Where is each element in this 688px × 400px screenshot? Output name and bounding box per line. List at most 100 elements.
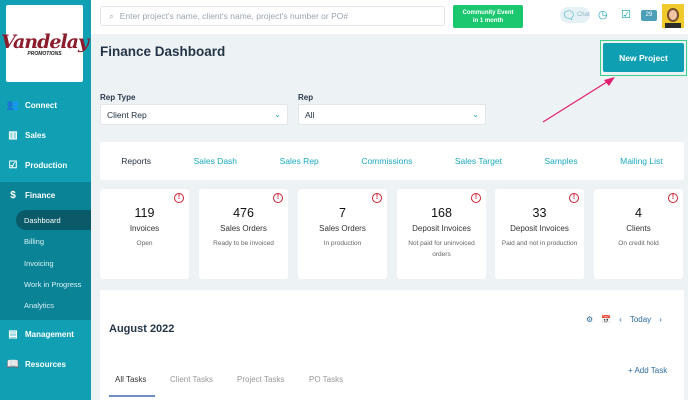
tab-sales-rep[interactable]: Sales Rep xyxy=(280,156,319,166)
label: Management xyxy=(25,329,74,339)
alert-icon: ! xyxy=(569,193,579,203)
rep-value: All xyxy=(305,109,315,120)
tab-all-tasks[interactable]: All Tasks xyxy=(115,375,146,384)
chat-button[interactable]: 🗨 Chat xyxy=(560,7,590,23)
tab-sales-dash[interactable]: Sales Dash xyxy=(194,156,237,166)
event-time: in 1 month xyxy=(472,18,504,24)
sidebar-item-sales[interactable]: ▥ Sales xyxy=(0,123,91,147)
label: Connect xyxy=(25,100,57,110)
stat-card[interactable]: ! 4 Clients On credit hold xyxy=(594,189,683,279)
company-logo[interactable]: Vandelay PROMOTIONS xyxy=(1,5,89,82)
today-button[interactable]: Today xyxy=(630,315,651,324)
people-icon: 👥 xyxy=(6,99,20,111)
alert-icon: ! xyxy=(471,193,481,203)
sidebar-sub-billing[interactable]: Billing xyxy=(16,231,91,251)
tab-po-tasks[interactable]: PO Tasks xyxy=(309,375,343,384)
tab-project-tasks[interactable]: Project Tasks xyxy=(237,375,284,384)
label: Production xyxy=(25,160,68,170)
calendar-icon[interactable]: 📅 xyxy=(601,315,611,324)
rep-type-value: Client Rep xyxy=(107,109,147,120)
label: Resources xyxy=(25,359,66,369)
stat-subtitle: On credit hold xyxy=(618,240,659,247)
tab-mailing-list[interactable]: Mailing List xyxy=(620,156,663,166)
chevron-down-icon: ⌄ xyxy=(472,110,479,119)
event-title: Community Event xyxy=(462,10,514,16)
stat-title: Clients xyxy=(626,224,651,233)
rep-select[interactable]: All ⌄ xyxy=(298,104,486,125)
gear-icon[interactable]: ⚙ xyxy=(586,315,593,324)
sidebar-item-finance[interactable]: $ Finance xyxy=(0,183,91,207)
stat-title: Deposit Invoices xyxy=(510,224,569,233)
user-avatar[interactable] xyxy=(662,4,684,28)
sidebar-sub-analytics[interactable]: Analytics xyxy=(16,295,91,315)
bar-chart-icon: ▥ xyxy=(8,129,18,141)
sidebar-sub-dashboard[interactable]: Dashboard xyxy=(16,210,91,230)
clock-icon[interactable]: ◷ xyxy=(598,8,608,21)
production-icon: ☑ xyxy=(8,159,18,171)
add-task-button[interactable]: + Add Task xyxy=(628,366,667,375)
alert-icon: ! xyxy=(668,193,678,203)
search-input[interactable]: ⌕ Enter project's name, client's name, pr… xyxy=(100,6,445,26)
stat-subtitle: In production xyxy=(323,240,362,247)
stat-number: 119 xyxy=(134,206,155,220)
tab-sales-target[interactable]: Sales Target xyxy=(455,156,502,166)
stat-title: Deposit Invoices xyxy=(412,224,471,233)
alert-icon: ! xyxy=(372,193,382,203)
label: Sales xyxy=(25,130,46,140)
rep-type-select[interactable]: Client Rep ⌄ xyxy=(100,104,288,125)
search-icon: ⌕ xyxy=(109,10,114,21)
rep-type-label: Rep Type xyxy=(100,93,136,102)
stat-title: Sales Orders xyxy=(220,224,267,233)
sidebar-item-resources[interactable]: 📖 Resources xyxy=(0,352,91,376)
search-placeholder: Enter project's name, client's name, pro… xyxy=(119,11,349,21)
building-icon: ▤ xyxy=(8,328,18,340)
logo-text: Vandelay xyxy=(0,30,89,53)
stat-number: 168 xyxy=(431,206,452,220)
chat-bubble-icon: 🗨 xyxy=(562,9,576,22)
calendar-controls: ⚙ 📅 ‹ Today › xyxy=(586,315,662,324)
stat-subtitle: Not paid for uninvoiced orders xyxy=(408,240,475,258)
calendar-month: August 2022 xyxy=(109,323,175,335)
new-project-button[interactable]: New Project xyxy=(603,43,684,72)
stat-card[interactable]: ! 476 Sales Orders Ready to be invoiced xyxy=(199,189,288,279)
tab-samples[interactable]: Samples xyxy=(545,156,578,166)
stat-subtitle: Paid and not in production xyxy=(501,240,578,247)
annotation-arrow xyxy=(542,77,615,123)
stat-title: Invoices xyxy=(129,224,160,233)
tasks-checkbox-icon[interactable]: ☑ xyxy=(621,8,631,21)
stat-subtitle: Open xyxy=(136,240,153,247)
notification-badge[interactable]: 29 xyxy=(641,10,657,21)
alert-icon: ! xyxy=(273,193,283,203)
sidebar-item-production[interactable]: ☑ Production xyxy=(0,153,91,177)
sidebar-item-connect[interactable]: 👥 Connect xyxy=(0,93,91,117)
tab-reports[interactable]: Reports xyxy=(121,156,151,166)
stat-card[interactable]: ! 168 Deposit Invoices Not paid for unin… xyxy=(397,189,486,279)
logo-subtext: PROMOTIONS xyxy=(27,50,62,57)
stat-subtitle: Ready to be invoiced xyxy=(213,240,274,247)
stat-number: 476 xyxy=(233,206,254,220)
tab-client-tasks[interactable]: Client Tasks xyxy=(170,375,213,384)
label: Finance xyxy=(25,190,56,200)
stat-number: 7 xyxy=(339,206,346,220)
stat-title: Sales Orders xyxy=(319,224,366,233)
tab-commissions[interactable]: Commissions xyxy=(361,156,412,166)
stat-card[interactable]: ! 119 Invoices Open xyxy=(100,189,189,279)
report-tabs: Reports Sales Dash Sales Rep Commissions… xyxy=(100,142,684,180)
chat-label: Chat xyxy=(576,12,590,18)
sidebar-item-management[interactable]: ▤ Management xyxy=(0,322,91,346)
chevron-down-icon: ⌄ xyxy=(274,110,281,119)
sidebar-sub-wip[interactable]: Work in Progress xyxy=(16,274,91,294)
page-title: Finance Dashboard xyxy=(100,44,226,59)
stat-number: 33 xyxy=(532,206,547,220)
rep-label: Rep xyxy=(298,93,314,102)
stat-card[interactable]: ! 7 Sales Orders In production xyxy=(298,189,387,279)
stat-number: 4 xyxy=(635,206,642,220)
book-icon: 📖 xyxy=(6,358,20,370)
chevron-left-icon[interactable]: ‹ xyxy=(619,315,622,324)
stat-card[interactable]: ! 33 Deposit Invoices Paid and not in pr… xyxy=(495,189,584,279)
active-tab-indicator xyxy=(109,395,155,397)
sidebar-sub-invoicing[interactable]: Invoicing xyxy=(16,253,91,273)
chevron-right-icon[interactable]: › xyxy=(659,315,662,324)
community-event-button[interactable]: Community Event in 1 month xyxy=(453,5,523,28)
dollar-icon: $ xyxy=(10,189,16,201)
